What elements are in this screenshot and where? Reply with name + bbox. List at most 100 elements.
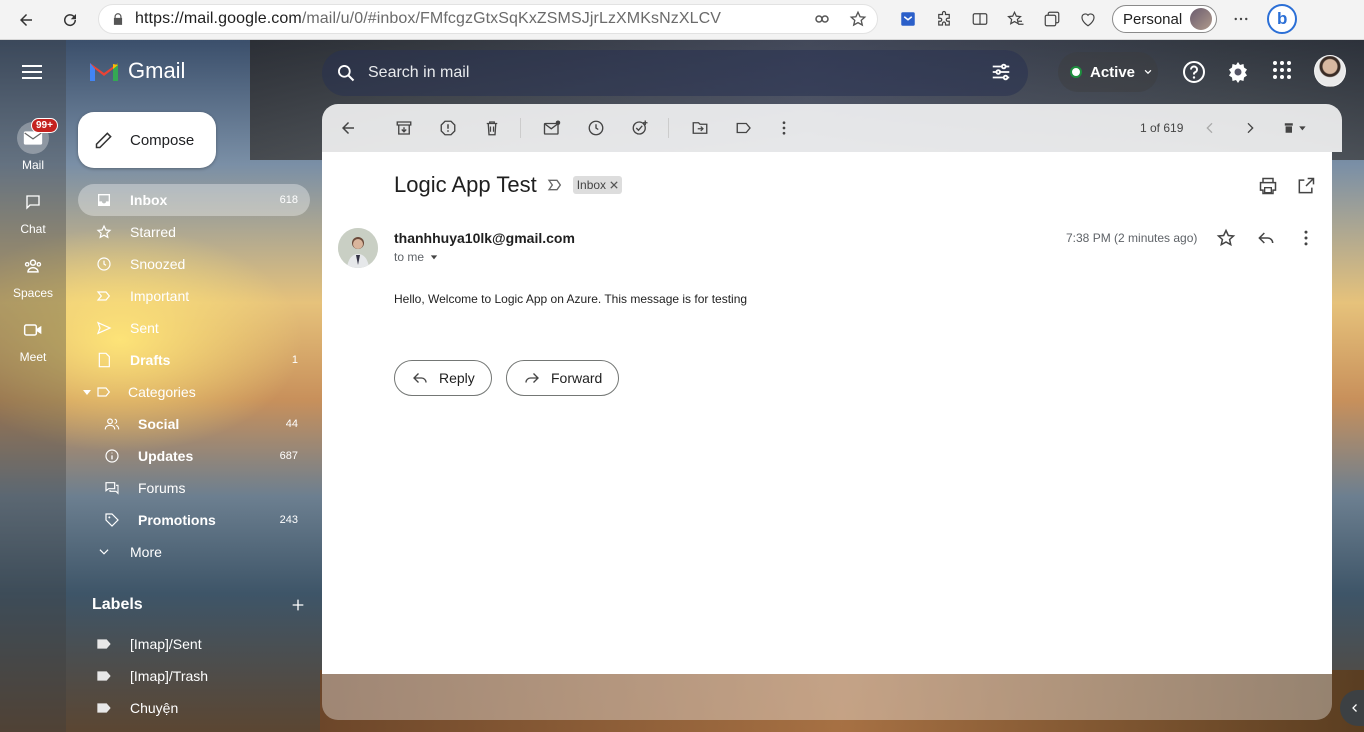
mark-unread-icon[interactable] bbox=[540, 116, 564, 140]
rail-meet[interactable]: Meet bbox=[0, 314, 66, 364]
address-bar[interactable]: https://mail.google.com/mail/u/0/#inbox/… bbox=[98, 4, 878, 34]
more-actions-icon[interactable] bbox=[772, 116, 796, 140]
labels-heading: Labels bbox=[92, 596, 143, 613]
nav-item-inbox[interactable]: Inbox 618 bbox=[78, 184, 310, 216]
add-label-icon[interactable] bbox=[290, 597, 306, 613]
recipient-row[interactable]: to me bbox=[394, 250, 438, 264]
collections-icon[interactable] bbox=[1034, 4, 1070, 34]
label-item[interactable]: Chuyện bbox=[78, 692, 310, 724]
meet-icon bbox=[17, 314, 49, 346]
back-icon[interactable] bbox=[8, 2, 44, 38]
nav-item-updates[interactable]: Updates 687 bbox=[78, 440, 310, 472]
browser-essentials-icon[interactable] bbox=[1070, 4, 1106, 34]
nav-item-important[interactable]: Important bbox=[78, 280, 310, 312]
split-screen-icon[interactable] bbox=[962, 4, 998, 34]
add-task-icon[interactable] bbox=[628, 116, 652, 140]
bing-copilot-icon[interactable]: b bbox=[1267, 4, 1298, 34]
message-more-icon[interactable] bbox=[1296, 228, 1316, 248]
rail-spaces[interactable]: Spaces bbox=[0, 250, 66, 300]
search-input[interactable] bbox=[368, 64, 968, 82]
apps-grid-icon[interactable] bbox=[1272, 60, 1292, 80]
forward-label: Forward bbox=[551, 370, 603, 386]
snooze-icon[interactable] bbox=[584, 116, 608, 140]
delete-icon[interactable] bbox=[480, 116, 504, 140]
rail-mail[interactable]: 99+ Mail bbox=[0, 118, 66, 172]
caret-down-icon[interactable] bbox=[82, 387, 94, 397]
chevron-down-icon bbox=[94, 545, 114, 559]
inbox-tag: Inbox bbox=[572, 176, 623, 194]
compose-button[interactable]: Compose bbox=[78, 112, 216, 168]
search-icon[interactable] bbox=[336, 63, 356, 83]
move-to-icon[interactable] bbox=[688, 116, 712, 140]
caret-down-icon bbox=[430, 253, 438, 261]
nav-item-promotions[interactable]: Promotions 243 bbox=[78, 504, 310, 536]
main-menu-icon[interactable] bbox=[18, 60, 46, 84]
sidebar: Gmail Compose Inbox 618 Starred Snoozed bbox=[66, 40, 322, 732]
mail-badge: 99+ bbox=[31, 118, 58, 133]
nav-item-social[interactable]: Social 44 bbox=[78, 408, 310, 440]
reply-icon[interactable] bbox=[1256, 228, 1276, 248]
message-subject: Logic App Test bbox=[394, 172, 537, 197]
app-rail: 99+ Mail Chat Spaces Meet bbox=[0, 40, 66, 732]
search-options-icon[interactable] bbox=[990, 61, 1012, 83]
gmail-logo[interactable]: Gmail bbox=[88, 58, 185, 84]
pager-text: 1 of 619 bbox=[1140, 121, 1184, 135]
older-chevron-right-icon[interactable] bbox=[1238, 116, 1262, 140]
help-icon[interactable] bbox=[1182, 60, 1206, 84]
label-item[interactable]: [Imap]/Sent bbox=[78, 628, 310, 660]
report-spam-icon[interactable] bbox=[436, 116, 460, 140]
archive-icon[interactable] bbox=[392, 116, 416, 140]
newer-chevron-left-icon[interactable] bbox=[1198, 116, 1222, 140]
nav-item-forums[interactable]: Forums bbox=[78, 472, 310, 504]
nav-item-starred[interactable]: Starred bbox=[78, 216, 310, 248]
message-body: Hello, Welcome to Logic App on Azure. Th… bbox=[394, 292, 748, 306]
label-list: [Imap]/Sent [Imap]/Trash Chuyện bbox=[78, 628, 310, 724]
compose-label: Compose bbox=[130, 131, 195, 149]
rail-chat-label: Chat bbox=[20, 222, 46, 236]
label-as-icon[interactable] bbox=[732, 116, 756, 140]
account-avatar[interactable] bbox=[1314, 55, 1346, 87]
nav-item-more[interactable]: More bbox=[78, 536, 310, 568]
back-to-inbox-icon[interactable] bbox=[336, 116, 360, 140]
nav-count: 1 bbox=[291, 354, 298, 366]
forward-button[interactable]: Forward bbox=[506, 360, 620, 396]
subject-row: Logic App Test Inbox bbox=[394, 172, 623, 198]
label-name: Chuyện bbox=[130, 700, 179, 716]
forum-icon bbox=[102, 480, 122, 496]
nav-item-drafts[interactable]: Drafts 1 bbox=[78, 344, 310, 376]
read-aloud-icon[interactable] bbox=[813, 10, 831, 28]
nav-item-sent[interactable]: Sent bbox=[78, 312, 310, 344]
profile-button[interactable]: Personal bbox=[1112, 5, 1218, 33]
message-time: 7:38 PM (2 minutes ago) bbox=[1066, 231, 1198, 245]
profile-avatar bbox=[1190, 8, 1213, 30]
panel-bottom-edge bbox=[322, 674, 1332, 720]
importance-marker-icon[interactable] bbox=[547, 178, 563, 192]
remove-label-icon[interactable] bbox=[610, 181, 618, 189]
message-toolbar: 1 of 619 bbox=[322, 104, 1342, 152]
extension-save-icon[interactable] bbox=[890, 4, 926, 34]
chevron-down-icon bbox=[1143, 67, 1153, 77]
label-item[interactable]: [Imap]/Trash bbox=[78, 660, 310, 692]
refresh-icon[interactable] bbox=[52, 2, 88, 38]
input-tools-icon[interactable] bbox=[1278, 116, 1314, 140]
reply-button[interactable]: Reply bbox=[394, 360, 492, 396]
inbox-tag-label: Inbox bbox=[576, 178, 607, 192]
rail-chat[interactable]: Chat bbox=[0, 186, 66, 236]
settings-gear-icon[interactable] bbox=[1226, 60, 1250, 84]
nav-count: 618 bbox=[279, 194, 298, 206]
open-new-window-icon[interactable] bbox=[1296, 176, 1316, 196]
extensions-icon[interactable] bbox=[926, 4, 962, 34]
star-message-icon[interactable] bbox=[1216, 228, 1236, 248]
print-icon[interactable] bbox=[1258, 176, 1278, 196]
sender-avatar[interactable] bbox=[338, 228, 378, 268]
nav-label: Starred bbox=[130, 224, 176, 240]
favorites-icon[interactable] bbox=[998, 4, 1034, 34]
nav-item-categories[interactable]: Categories bbox=[78, 376, 310, 408]
more-options-icon[interactable] bbox=[1223, 4, 1259, 34]
favorite-star-icon[interactable] bbox=[849, 10, 867, 28]
nav-list: Inbox 618 Starred Snoozed Important Sent bbox=[78, 184, 310, 568]
nav-item-snoozed[interactable]: Snoozed bbox=[78, 248, 310, 280]
reply-arrow-icon bbox=[411, 369, 429, 387]
label-tag-icon bbox=[94, 638, 114, 650]
status-dropdown[interactable]: Active bbox=[1058, 52, 1158, 92]
